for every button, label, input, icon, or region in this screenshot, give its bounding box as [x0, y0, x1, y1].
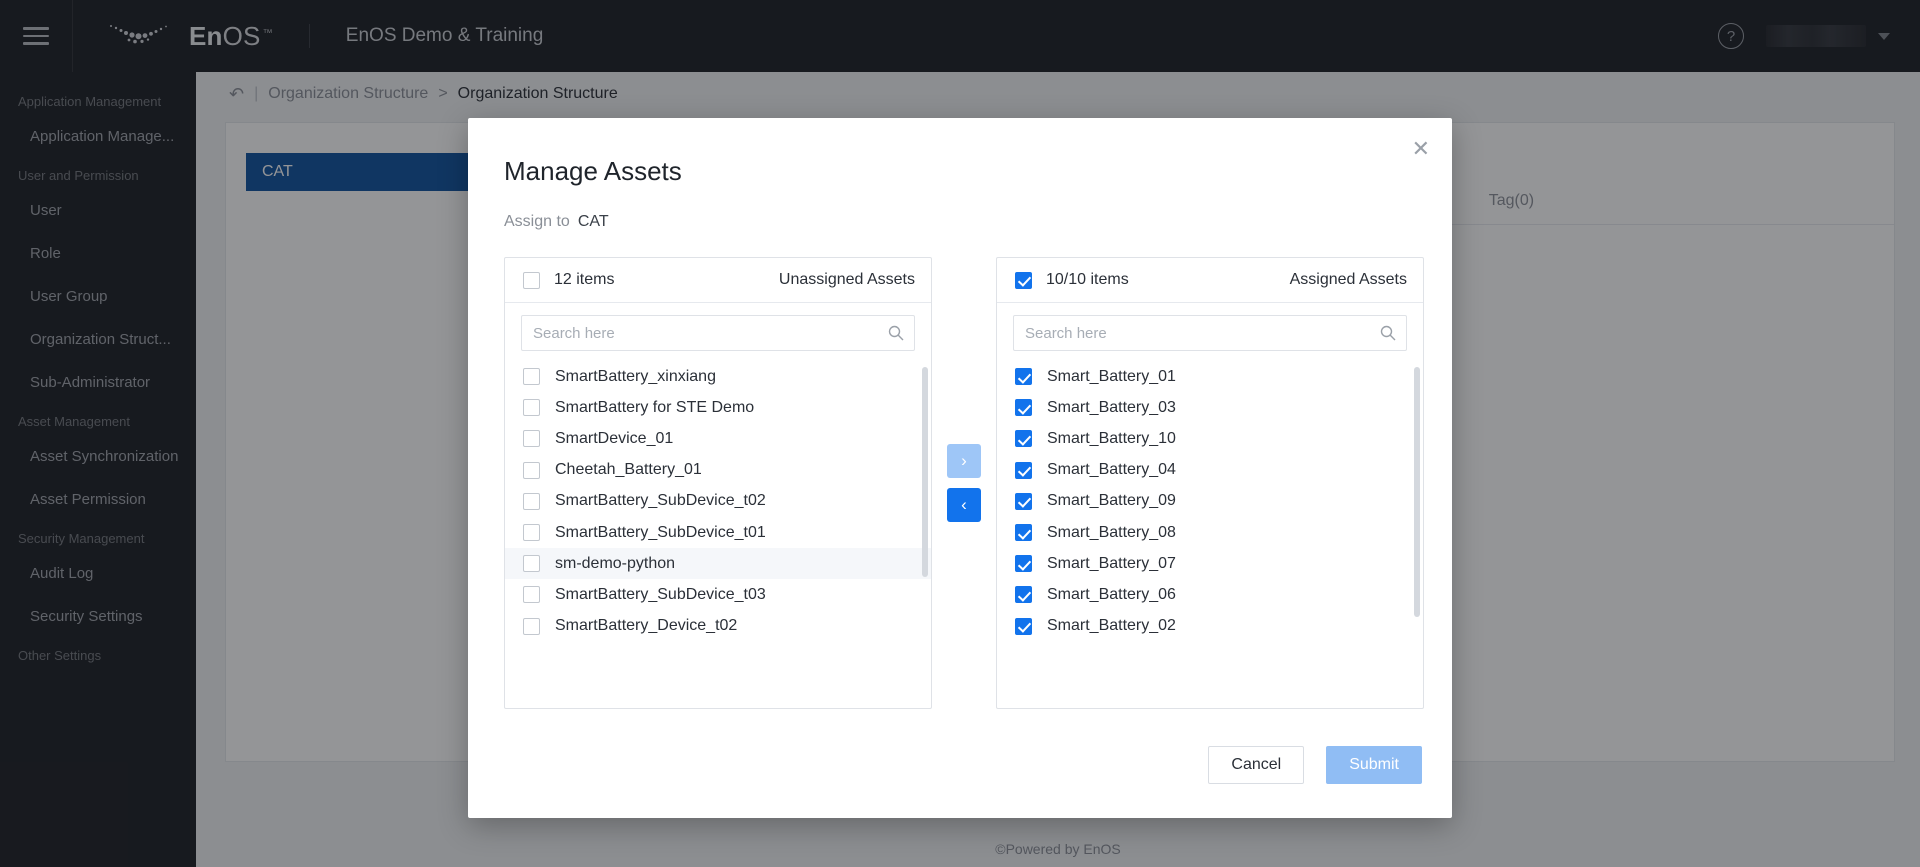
item-label: Smart_Battery_08 [1047, 523, 1176, 541]
list-item[interactable]: Cheetah_Battery_01 [505, 455, 931, 486]
dialog-footer: Cancel Submit [1208, 746, 1422, 784]
item-label: SmartDevice_01 [555, 429, 674, 447]
list-item[interactable]: Smart_Battery_10 [997, 423, 1423, 454]
list-item[interactable]: SmartBattery_Device_t02 [505, 611, 931, 642]
item-label: Cheetah_Battery_01 [555, 461, 702, 479]
dialog-title: Manage Assets [504, 156, 682, 186]
item-checkbox[interactable] [1015, 524, 1032, 542]
item-checkbox[interactable] [523, 492, 540, 510]
item-checkbox[interactable] [523, 586, 540, 604]
item-checkbox[interactable] [1015, 461, 1032, 479]
item-checkbox[interactable] [523, 430, 540, 448]
transfer-widget: 12 items Unassigned Assets SmartBattery_… [468, 231, 1452, 709]
list-item[interactable]: SmartBattery for STE Demo [505, 392, 931, 423]
item-checkbox[interactable] [523, 368, 540, 386]
list-item[interactable]: Smart_Battery_01 [997, 361, 1423, 392]
item-label: SmartBattery_Device_t02 [555, 617, 738, 635]
list-item[interactable]: Smart_Battery_04 [997, 455, 1423, 486]
item-label: Smart_Battery_09 [1047, 492, 1176, 510]
item-label: Smart_Battery_01 [1047, 367, 1176, 385]
assign-to-label: Assign to [504, 213, 570, 230]
assigned-list-inner: Smart_Battery_01 Smart_Battery_03 Smart_… [997, 361, 1423, 642]
item-label: Smart_Battery_04 [1047, 461, 1176, 479]
item-checkbox[interactable] [1015, 430, 1032, 448]
item-checkbox[interactable] [523, 617, 540, 635]
manage-assets-dialog: ✕ Manage Assets Assign to CAT 12 items Un… [468, 118, 1452, 818]
item-checkbox[interactable] [1015, 399, 1032, 417]
item-checkbox[interactable] [1015, 586, 1032, 604]
move-right-button[interactable]: › [947, 444, 981, 478]
list-item[interactable]: Smart_Battery_03 [997, 392, 1423, 423]
assign-to-value: CAT [577, 213, 609, 230]
item-checkbox[interactable] [1015, 492, 1032, 510]
list-item[interactable]: Smart_Battery_06 [997, 579, 1423, 610]
unassigned-panel-header: 12 items Unassigned Assets [505, 258, 931, 303]
assigned-count: 10/10 items [1046, 271, 1129, 288]
list-item[interactable]: Smart_Battery_08 [997, 517, 1423, 548]
unassigned-search-wrap [505, 303, 931, 361]
unassigned-assets-panel: 12 items Unassigned Assets SmartBattery_… [504, 257, 932, 709]
item-checkbox[interactable] [1015, 368, 1032, 386]
unassigned-panel-label: Unassigned Assets [778, 271, 915, 288]
move-left-button[interactable]: ‹ [947, 488, 981, 522]
cancel-button[interactable]: Cancel [1208, 746, 1305, 784]
unassigned-list-inner: SmartBattery_xinxiang SmartBattery for S… [505, 361, 931, 642]
item-label: Smart_Battery_10 [1047, 429, 1176, 447]
item-checkbox[interactable] [1015, 555, 1032, 573]
list-item[interactable]: Smart_Battery_09 [997, 486, 1423, 517]
item-checkbox[interactable] [523, 524, 540, 542]
list-item[interactable]: sm-demo-python [505, 548, 931, 580]
list-item[interactable]: SmartBattery_xinxiang [505, 361, 931, 392]
unassigned-search-box[interactable] [521, 315, 915, 351]
unassigned-count: 12 items [554, 271, 615, 288]
item-label: SmartBattery_xinxiang [555, 367, 716, 385]
list-item[interactable]: SmartBattery_SubDevice_t01 [505, 517, 931, 548]
select-all-assigned-checkbox[interactable] [1015, 271, 1032, 289]
search-input[interactable] [1014, 316, 1406, 350]
assigned-list[interactable]: Smart_Battery_01 Smart_Battery_03 Smart_… [997, 361, 1423, 708]
item-label: sm-demo-python [555, 554, 676, 572]
list-item[interactable]: SmartBattery_SubDevice_t02 [505, 486, 931, 517]
item-label: Smart_Battery_07 [1047, 554, 1176, 572]
assigned-panel-header: 10/10 items Assigned Assets [997, 258, 1423, 303]
assigned-search-wrap [997, 303, 1423, 361]
assigned-assets-panel: 10/10 items Assigned Assets Smart_Batter… [996, 257, 1424, 709]
submit-button[interactable]: Submit [1326, 746, 1422, 784]
list-item[interactable]: SmartBattery_SubDevice_t03 [505, 579, 931, 610]
close-icon[interactable]: ✕ [1412, 138, 1430, 160]
assigned-panel-label: Assigned Assets [1289, 271, 1407, 288]
assign-to-row: Assign to CAT [468, 187, 1452, 231]
unassigned-list[interactable]: SmartBattery_xinxiang SmartBattery for S… [505, 361, 931, 708]
item-label: SmartBattery_SubDevice_t02 [555, 492, 766, 510]
item-label: SmartBattery_SubDevice_t01 [555, 523, 766, 541]
item-label: Smart_Battery_02 [1047, 617, 1176, 635]
list-item[interactable]: Smart_Battery_07 [997, 548, 1423, 579]
search-input[interactable] [522, 316, 914, 350]
unassigned-scrollbar[interactable] [922, 367, 928, 577]
item-label: SmartBattery for STE Demo [555, 398, 755, 416]
item-label: Smart_Battery_03 [1047, 398, 1176, 416]
list-item[interactable]: SmartDevice_01 [505, 423, 931, 454]
transfer-buttons: › ‹ [932, 257, 996, 709]
item-label: Smart_Battery_06 [1047, 585, 1176, 603]
assigned-search-box[interactable] [1013, 315, 1407, 351]
list-item[interactable]: Smart_Battery_02 [997, 611, 1423, 642]
item-label: SmartBattery_SubDevice_t03 [555, 585, 766, 603]
item-checkbox[interactable] [523, 461, 540, 479]
item-checkbox[interactable] [523, 399, 540, 417]
select-all-unassigned-checkbox[interactable] [523, 271, 540, 289]
item-checkbox[interactable] [523, 555, 540, 573]
item-checkbox[interactable] [1015, 617, 1032, 635]
assigned-scrollbar[interactable] [1414, 367, 1420, 617]
